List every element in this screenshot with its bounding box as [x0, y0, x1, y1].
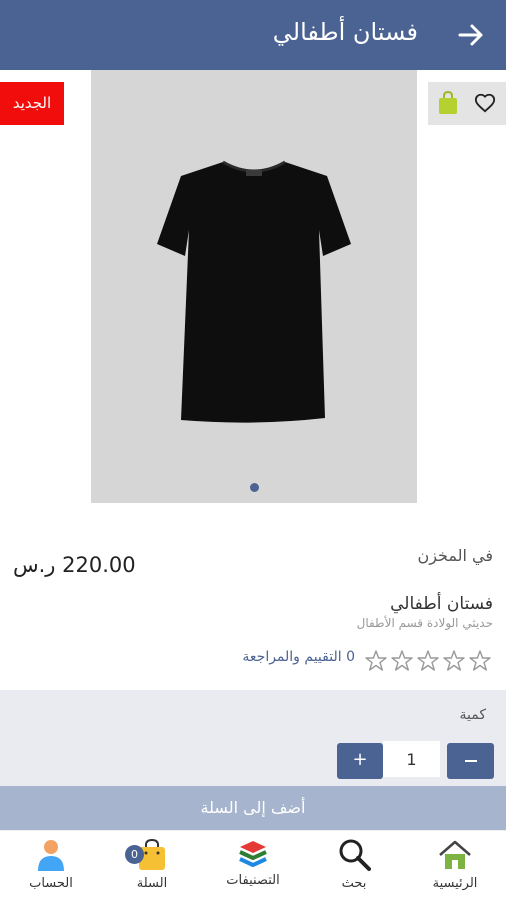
product-price: 220.00 ر.س	[13, 553, 136, 577]
star-icon	[391, 650, 413, 671]
add-to-cart-icon[interactable]	[438, 91, 458, 115]
nav-account-label: الحساب	[29, 876, 73, 891]
cart-count-badge: 0	[125, 845, 144, 864]
search-icon	[339, 839, 371, 871]
nav-home-label: الرئيسية	[432, 876, 478, 891]
bottom-navigation: الرئيسية بحث التصنيفات 0 السلة الحساب	[0, 830, 506, 900]
product-image[interactable]	[91, 70, 417, 503]
star-icon	[365, 650, 387, 671]
product-name: فستان أطفالي	[390, 594, 493, 614]
tshirt-image	[157, 160, 351, 423]
back-button[interactable]	[456, 20, 486, 50]
minus-icon	[465, 760, 477, 762]
new-badge: الجديد	[0, 82, 64, 125]
rating-reviews-link[interactable]: 0 التقييم والمراجعة	[242, 649, 355, 665]
add-to-cart-button[interactable]: أضف إلى السلة	[0, 786, 506, 830]
nav-cart[interactable]: 0 السلة	[107, 831, 197, 900]
nav-search[interactable]: بحث	[309, 831, 399, 900]
nav-cart-label: السلة	[136, 876, 168, 891]
star-icon	[443, 650, 465, 671]
page-title: فستان أطفالي	[272, 18, 418, 46]
increase-quantity-button[interactable]: +	[337, 743, 383, 779]
quantity-input[interactable]	[383, 741, 440, 777]
layers-icon	[239, 841, 267, 867]
product-category: حديثي الولادة قسم الأطفال	[356, 616, 493, 630]
decrease-quantity-button[interactable]	[447, 743, 494, 779]
app-bar: فستان أطفالي	[0, 0, 506, 70]
carousel-dot-active[interactable]	[250, 483, 259, 492]
nav-search-label: بحث	[341, 876, 367, 891]
home-icon	[439, 840, 471, 869]
arrow-right-icon	[458, 24, 483, 46]
stock-status: في المخزن	[417, 546, 493, 565]
quantity-section: كمية +	[0, 690, 506, 786]
nav-categories[interactable]: التصنيفات	[208, 831, 298, 900]
rating-stars[interactable]	[363, 648, 493, 674]
star-icon	[417, 650, 439, 671]
quantity-label: كمية	[459, 707, 487, 723]
nav-categories-label: التصنيفات	[226, 873, 280, 888]
heart-icon[interactable]	[474, 92, 496, 114]
product-actions	[428, 82, 506, 125]
nav-home[interactable]: الرئيسية	[410, 831, 500, 900]
user-icon	[38, 840, 64, 871]
nav-account[interactable]: الحساب	[6, 831, 96, 900]
star-icon	[469, 650, 491, 671]
